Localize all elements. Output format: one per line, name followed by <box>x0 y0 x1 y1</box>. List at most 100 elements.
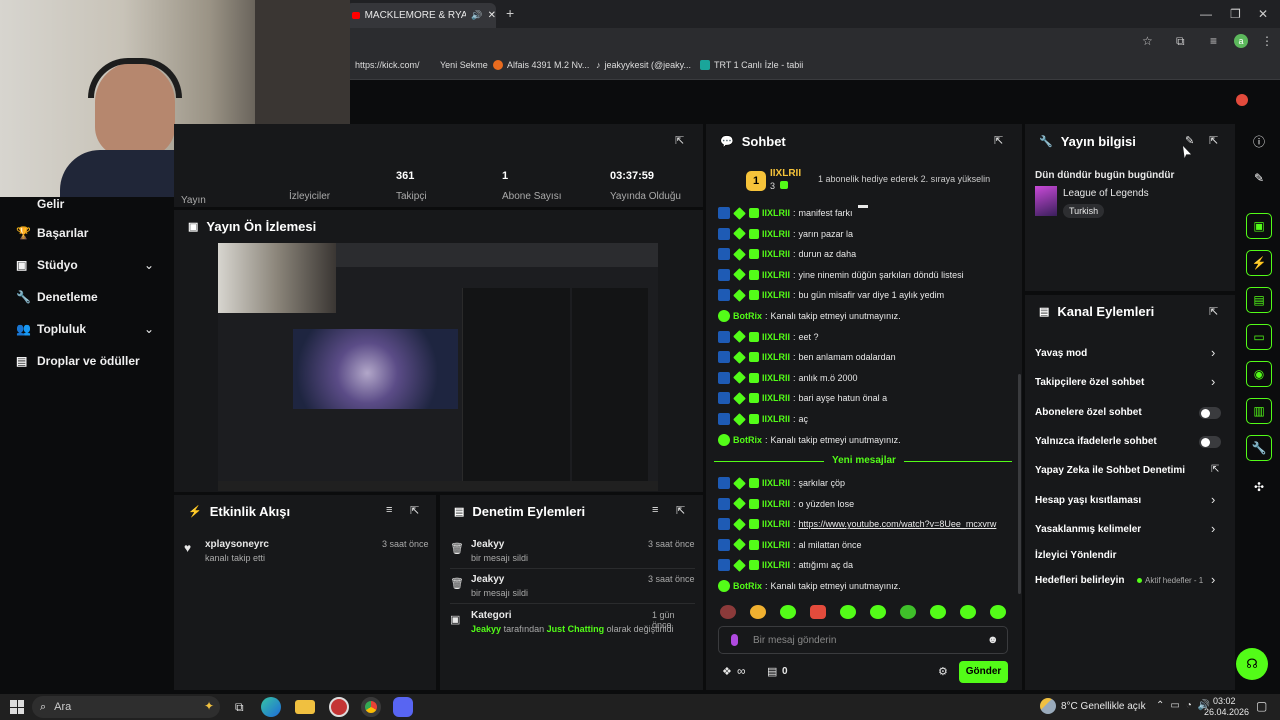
chevron-right-icon[interactable]: › <box>1211 572 1215 587</box>
gift-icon[interactable]: ▤ <box>767 665 777 678</box>
chat-username[interactable]: IIXLRII <box>762 519 790 529</box>
edit-icon[interactable]: ✎ <box>1185 134 1194 147</box>
chevron-right-icon[interactable]: › <box>1211 345 1215 360</box>
emote-icon[interactable] <box>750 605 766 619</box>
sidebar-item-droplar[interactable]: ▤ Droplar ve ödüller <box>16 354 140 368</box>
mod-user[interactable]: Jeakyy <box>471 539 504 550</box>
emote-icon[interactable] <box>870 605 886 619</box>
restore-icon[interactable]: ❐ <box>1230 7 1241 21</box>
chat-scrollbar[interactable] <box>1018 374 1021 594</box>
chat-username[interactable]: IIXLRII <box>762 249 790 259</box>
chat-username[interactable]: BotRix <box>733 311 762 321</box>
expand-icon[interactable]: ⇱ <box>676 504 685 517</box>
pinned-gift[interactable]: 1 IIXLRII 3 1 abonelik hediye ederek 2. … <box>746 168 1016 194</box>
chat-username[interactable]: IIXLRII <box>762 270 790 280</box>
emoji-icon[interactable]: ☻ <box>987 634 999 646</box>
chat-username[interactable]: IIXLRII <box>762 229 790 239</box>
chevron-right-icon[interactable]: › <box>1211 492 1215 507</box>
mod-category[interactable]: Just Chatting <box>547 624 605 634</box>
bookmark-3[interactable]: ♪ jeakyykesit (@jeaky... <box>596 60 691 70</box>
apps-icon[interactable]: ✣ <box>1246 474 1272 500</box>
channel-action-5[interactable]: Yapay Zeka ile Sohbet Denetimi ⇱ <box>1035 464 1225 480</box>
emote-icon[interactable] <box>990 605 1006 619</box>
windows-start-icon[interactable] <box>10 700 24 714</box>
close-icon[interactable]: ✕ <box>488 10 496 21</box>
minimize-icon[interactable]: — <box>1200 7 1212 21</box>
points-icon[interactable]: ❖ <box>722 665 732 678</box>
chevron-down-icon[interactable]: ⌄ <box>144 258 154 272</box>
mod-user[interactable]: Jeakyy <box>471 574 504 585</box>
expand-icon[interactable]: ⇱ <box>410 504 419 517</box>
chat-username[interactable]: IIXLRII <box>762 499 790 509</box>
bookmark-4[interactable]: TRT 1 Canlı İzle - tabii <box>700 60 803 70</box>
chat-username[interactable]: IIXLRII <box>762 560 790 570</box>
channel-action-3[interactable]: Abonelere özel sohbet <box>1035 406 1225 422</box>
sidebar-item-topluluk[interactable]: 👥 Topluluk <box>16 322 86 336</box>
chevron-right-icon[interactable]: › <box>1211 374 1215 389</box>
external-link-icon[interactable]: ⇱ <box>1211 464 1219 475</box>
expand-icon[interactable]: ⇱ <box>994 134 1003 147</box>
chat-username[interactable]: IIXLRII <box>762 290 790 300</box>
mic-icon[interactable] <box>731 634 738 646</box>
folder-icon[interactable] <box>294 700 315 714</box>
menu-icon[interactable]: ⋮ <box>1261 34 1273 48</box>
channel-action-2[interactable]: Takipçilere özel sohbet › <box>1035 374 1225 392</box>
toggle-switch[interactable] <box>1199 436 1221 448</box>
chat-username[interactable]: BotRix <box>733 435 762 445</box>
star-icon[interactable]: ☆ <box>1142 34 1153 48</box>
task-view-icon[interactable]: ⧉ <box>235 700 244 715</box>
taskbar-search[interactable]: ⌕ Ara ✦ <box>32 696 220 718</box>
chat-username[interactable]: BotRix <box>733 581 762 591</box>
edit-icon[interactable]: ✎ <box>1246 165 1272 191</box>
category-name[interactable]: League of Legends <box>1063 188 1149 199</box>
expand-icon[interactable]: ⇱ <box>675 134 687 147</box>
activity-user[interactable]: xplaysoneyrc <box>205 539 269 550</box>
filter-icon[interactable]: ≡ <box>652 504 658 516</box>
browser-tab[interactable]: MACKLEMORE & RYAN LEW 🔊 ✕ <box>346 3 496 28</box>
channel-action-4[interactable]: Yalnızca ifadelerle sohbet <box>1035 435 1225 451</box>
chat-input-box[interactable]: Bir mesaj gönderin ☻ <box>718 626 1008 654</box>
chat-username[interactable]: IIXLRII <box>762 332 790 342</box>
language-tag[interactable]: Turkish <box>1063 204 1105 218</box>
emote-icon[interactable] <box>930 605 946 619</box>
close-window-icon[interactable]: ✕ <box>1258 7 1268 21</box>
sidebar-item-gelir[interactable]: Gelir <box>16 197 64 211</box>
actions-icon[interactable]: ▥ <box>1246 398 1272 424</box>
extensions-icon[interactable]: ⧉ <box>1176 34 1185 49</box>
new-tab-button[interactable]: + <box>506 5 514 21</box>
bolt-icon[interactable]: ⚡ <box>1246 250 1272 276</box>
emote-icon[interactable] <box>810 605 826 619</box>
edge-icon[interactable] <box>260 697 281 717</box>
bookmark-url[interactable]: https://kick.com/ <box>355 60 420 70</box>
emote-icon[interactable] <box>960 605 976 619</box>
avatar[interactable]: a <box>1234 34 1248 48</box>
chat-icon[interactable]: ▭ <box>1246 324 1272 350</box>
toggle-switch[interactable] <box>1199 407 1221 419</box>
channel-action-7[interactable]: Yasaklanmış kelimeler › <box>1035 521 1225 539</box>
broadcast-icon[interactable]: ◉ <box>1246 361 1272 387</box>
mod-by[interactable]: Jeakyy <box>471 624 501 634</box>
channel-action-9[interactable]: Hedefleri belirleyin Aktif hedefler - 1 › <box>1035 572 1225 590</box>
send-button[interactable]: Gönder <box>959 661 1008 683</box>
document-icon[interactable]: ▤ <box>1246 287 1272 313</box>
chrome-icon[interactable] <box>360 697 381 717</box>
discord-icon[interactable] <box>392 697 413 717</box>
capture-icon[interactable]: ▣ <box>1246 213 1272 239</box>
stream-preview-video[interactable] <box>218 243 658 491</box>
bookmark-1[interactable]: Yeni Sekme <box>440 60 488 70</box>
channel-action-8[interactable]: İzleyici Yönlendir <box>1035 549 1225 565</box>
expand-icon[interactable]: ⇱ <box>1209 134 1218 147</box>
chat-link[interactable]: https://www.youtube.com/watch?v=8Uee_mcx… <box>799 519 997 529</box>
chat-username[interactable]: IIXLRII <box>762 373 790 383</box>
chat-username[interactable]: IIXLRII <box>762 352 790 362</box>
support-icon[interactable]: ☊ <box>1236 648 1268 680</box>
notification-icon[interactable]: ▢ <box>1256 699 1267 713</box>
emote-icon[interactable] <box>780 605 796 619</box>
info-icon[interactable]: ⓘ <box>1246 128 1272 154</box>
chat-username[interactable]: IIXLRII <box>762 540 790 550</box>
channel-action-1[interactable]: Yavaş mod › <box>1035 345 1225 363</box>
sidebar-item-basarilar[interactable]: 🏆 Başarılar <box>16 226 88 240</box>
emote-icon[interactable] <box>720 605 736 619</box>
emote-icon[interactable] <box>840 605 856 619</box>
emote-icon[interactable] <box>900 605 916 619</box>
